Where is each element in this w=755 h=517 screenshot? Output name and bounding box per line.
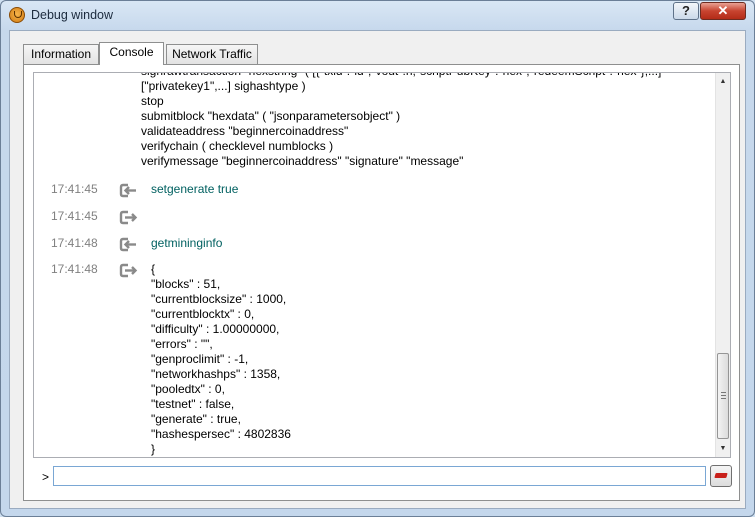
help-line: verifymessage "beginnercoinaddress" "sig… <box>141 154 464 168</box>
output-line: "hashespersec" : 4802836 <box>151 427 291 441</box>
arrow-in-icon <box>119 237 139 252</box>
arrow-out-icon <box>119 210 139 225</box>
output-line: "pooledtx" : 0, <box>151 382 225 396</box>
output-line: getmininginfo <box>151 236 223 250</box>
close-button[interactable]: ✕ <box>700 2 746 20</box>
output-line: "genproclimit" : -1, <box>151 352 249 366</box>
output-line: "networkhashps" : 1358, <box>151 367 281 381</box>
output-line: } <box>151 442 156 456</box>
help-line: signrawtransaction "hexstring" ( [{"txid… <box>141 73 715 79</box>
console-reply-row: 17:41:48 {"blocks" : 51, "currentblocksize… <box>34 262 715 457</box>
output-line: setgenerate true <box>151 182 239 196</box>
console-content: signrawtransaction "hexstring" ( [{"txid… <box>34 73 715 457</box>
help-line: verifychain ( checklevel numblocks ) <box>141 139 334 153</box>
console-reply-row: 17:41:45 <box>34 209 715 225</box>
output-line: "currentblocktx" : 0, <box>151 307 255 321</box>
tab-network-traffic[interactable]: Network Traffic <box>166 44 258 64</box>
console-request-row: 17:41:45 setgenerate true <box>34 182 715 198</box>
console-pane: signrawtransaction "hexstring" ( [{"txid… <box>23 64 740 501</box>
output-line: "errors" : "", <box>151 337 213 351</box>
arrow-in-icon <box>119 183 139 198</box>
timestamp: 17:41:45 <box>51 182 98 196</box>
help-button[interactable]: ? <box>673 2 699 20</box>
grip-line <box>721 395 726 396</box>
timestamp: 17:41:48 <box>51 236 98 250</box>
timestamp: 17:41:48 <box>51 262 98 276</box>
console-request-row: 17:41:48 getmininginfo <box>34 236 715 252</box>
scroll-up-button[interactable]: ▲ <box>716 73 730 90</box>
output-line: "currentblocksize" : 1000, <box>151 292 287 306</box>
reply-text: {"blocks" : 51, "currentblocksize" : 1000… <box>151 262 715 457</box>
command-input[interactable] <box>53 466 706 486</box>
help-line: stop <box>141 94 164 108</box>
tab-console[interactable]: Console <box>99 42 164 65</box>
output-line: "difficulty" : 1.00000000, <box>151 322 280 336</box>
grip-line <box>721 398 726 399</box>
console-entries: 17:41:45 setgenerate true 17:41:45 17:41:48… <box>34 182 715 457</box>
output-line: "testnet" : false, <box>151 397 235 411</box>
reply-text <box>151 209 715 224</box>
scroll-down-button[interactable]: ▼ <box>716 440 730 457</box>
tab-information[interactable]: Information <box>23 44 99 64</box>
output-line: "generate" : true, <box>151 412 241 426</box>
command-text: setgenerate true <box>151 182 715 197</box>
output-line: "blocks" : 51, <box>151 277 221 291</box>
debug-window: Debug window ? ✕ Information Console Net… <box>0 0 755 517</box>
vertical-scrollbar[interactable]: ▲ ▼ <box>715 73 730 457</box>
grip-line <box>721 392 726 393</box>
clear-console-button[interactable] <box>710 465 732 487</box>
title-bar[interactable]: Debug window ? ✕ <box>1 1 754 29</box>
arrow-out-icon <box>119 263 139 278</box>
timestamp: 17:41:45 <box>51 209 98 223</box>
window-title: Debug window <box>31 8 113 22</box>
help-line: validateaddress "beginnercoinaddress" <box>141 124 349 138</box>
console-output[interactable]: signrawtransaction "hexstring" ( [{"txid… <box>33 72 731 458</box>
input-prompt: > <box>42 470 50 484</box>
dialog-body: Information Console Network Traffic sign… <box>9 30 746 509</box>
scrollbar-thumb[interactable] <box>717 353 729 439</box>
help-line: ["privatekey1",...] sighashtype ) <box>141 79 306 93</box>
output-line: { <box>151 262 156 276</box>
help-text-block: signrawtransaction "hexstring" ( [{"txid… <box>141 73 715 169</box>
command-text: getmininginfo <box>151 236 715 251</box>
app-logo-icon <box>9 7 25 23</box>
help-line: submitblock "hexdata" ( "jsonparameterso… <box>141 109 401 123</box>
